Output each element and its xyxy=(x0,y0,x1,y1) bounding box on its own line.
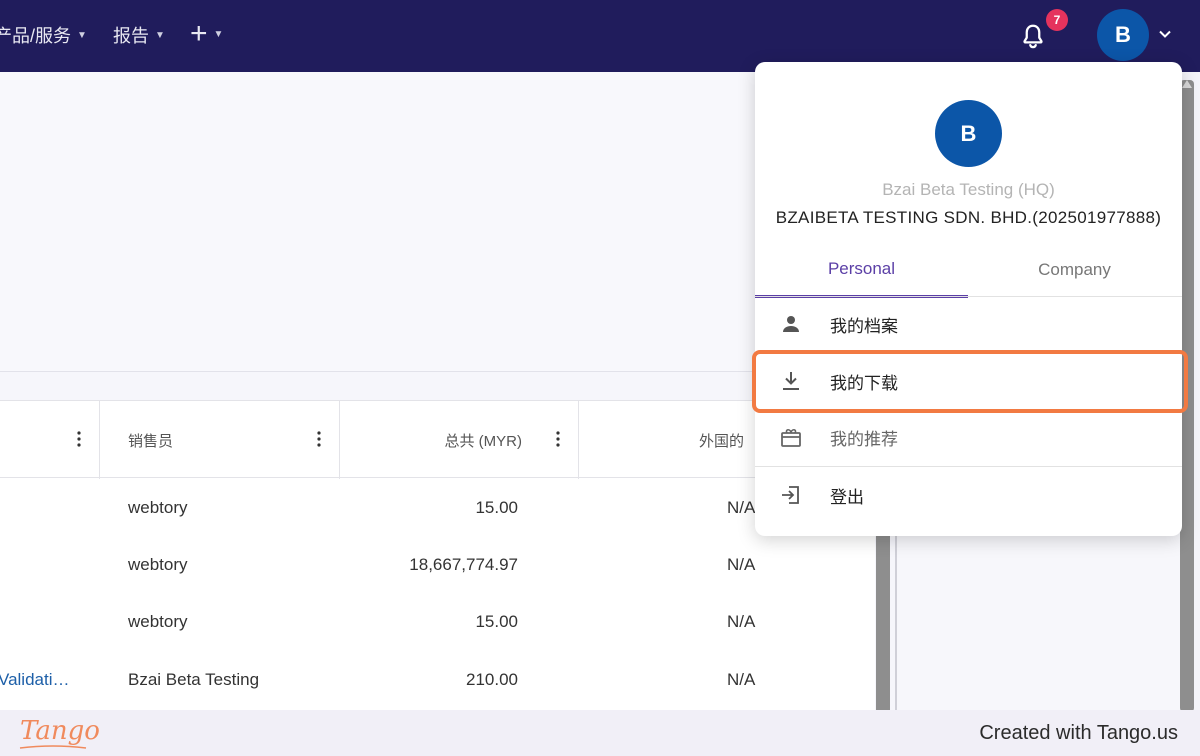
column-header-reference[interactable] xyxy=(0,401,100,479)
scroll-up-arrow-icon[interactable] xyxy=(1182,80,1192,88)
step-highlight-box xyxy=(752,350,1188,413)
column-header-label: 总共 (MYR) xyxy=(444,432,523,450)
cell-total: 15.00 xyxy=(475,612,518,631)
column-menu-icon[interactable] xyxy=(556,431,560,447)
logo-underline-icon xyxy=(19,745,87,749)
company-name: BZAIBETA TESTING SDN. BHD.(202501977888) xyxy=(775,208,1162,227)
column-header-salesperson[interactable]: 销售员 xyxy=(100,401,340,479)
nav-products-services-label: 产品/服务 xyxy=(0,26,72,46)
column-header-label: 销售员 xyxy=(128,432,174,450)
chevron-down-icon: ▼ xyxy=(155,29,165,41)
cell-total: 15.00 xyxy=(475,498,518,517)
cell-total: 210.00 xyxy=(466,670,518,689)
notification-bell-icon[interactable] xyxy=(1018,22,1048,52)
gift-icon xyxy=(781,428,801,447)
chevron-down-icon: ▼ xyxy=(213,28,224,40)
cell-foreign: N/A xyxy=(727,498,756,517)
menu-item-logout[interactable]: 登出 xyxy=(755,467,1182,523)
tango-logo: Tango xyxy=(20,716,100,746)
column-menu-icon[interactable] xyxy=(317,431,321,447)
nav-add-button[interactable]: + ▼ xyxy=(190,17,224,50)
menu-item-label: 我的档案 xyxy=(830,316,898,336)
cell-salesperson: webtory xyxy=(128,555,188,574)
plus-icon: + xyxy=(190,17,208,50)
column-header-total[interactable]: 总共 (MYR) xyxy=(340,401,579,479)
menu-item-label: 登出 xyxy=(830,487,864,507)
cell-reference-link[interactable]: Validati… xyxy=(0,670,70,690)
cell-foreign: N/A xyxy=(727,670,756,689)
invoices-table: 销售员 总共 (MYR) 外国的 webtory 15.00 N/A webto… xyxy=(0,400,875,710)
cell-salesperson: webtory xyxy=(128,498,188,517)
person-icon xyxy=(783,316,799,332)
dropdown-avatar: B xyxy=(935,100,1002,167)
nav-reports-label: 报告 xyxy=(113,26,149,46)
cell-salesperson: Bzai Beta Testing xyxy=(128,670,260,689)
chevron-down-icon[interactable] xyxy=(1158,27,1172,41)
cell-total: 18,667,774.97 xyxy=(409,555,518,574)
notification-count-badge: 7 xyxy=(1046,9,1068,31)
nav-reports[interactable]: 报告 ▼ xyxy=(113,22,165,48)
menu-item-my-profile[interactable]: 我的档案 xyxy=(755,296,1182,352)
nav-products-services[interactable]: 产品/服务 ▼ xyxy=(0,22,87,48)
user-avatar-button[interactable]: B xyxy=(1097,9,1149,61)
tango-footer: Tango Created with Tango.us xyxy=(0,710,1200,756)
menu-item-label: 我的推荐 xyxy=(830,429,898,449)
cell-foreign: N/A xyxy=(727,555,756,574)
column-menu-icon[interactable] xyxy=(77,431,81,447)
tab-personal[interactable]: Personal xyxy=(755,242,968,298)
table-header: 销售员 总共 (MYR) 外国的 xyxy=(0,400,875,479)
cell-salesperson: webtory xyxy=(128,612,188,631)
profile-dropdown-menu: B Bzai Beta Testing (HQ) BZAIBETA TESTIN… xyxy=(755,62,1182,536)
branch-name: Bzai Beta Testing (HQ) xyxy=(882,180,1055,199)
cell-foreign: N/A xyxy=(727,612,756,631)
menu-item-my-referrals[interactable]: 我的推荐 xyxy=(755,409,1182,465)
tab-company[interactable]: Company xyxy=(968,242,1181,298)
chevron-down-icon: ▼ xyxy=(77,29,87,41)
created-with-credit: Created with Tango.us xyxy=(979,722,1178,744)
column-header-label: 外国的 xyxy=(699,432,745,450)
right-side-card xyxy=(895,530,1180,712)
logout-icon xyxy=(782,486,799,504)
